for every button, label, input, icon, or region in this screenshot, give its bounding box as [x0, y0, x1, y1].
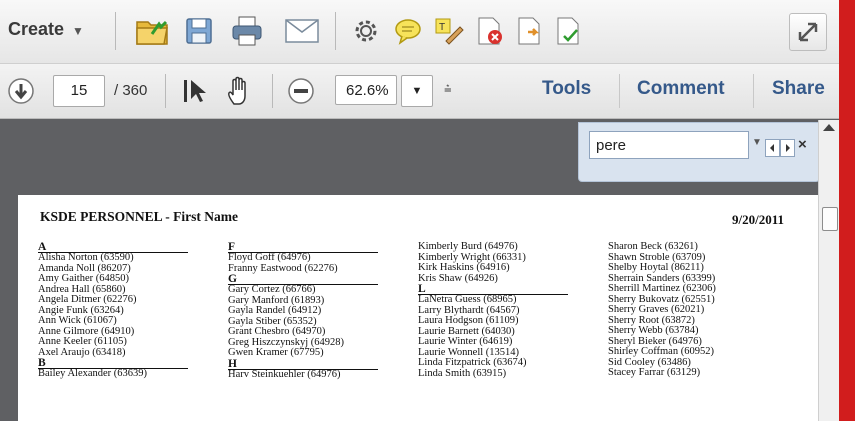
person-entry: Amy Gaither (64850)	[38, 273, 129, 284]
highlight-pen-icon[interactable]: T	[432, 15, 466, 47]
expand-icon	[798, 22, 818, 42]
hand-tool-icon[interactable]	[224, 75, 256, 107]
person-entry: Sherrill Martinez (62306)	[608, 283, 716, 294]
person-entry: Shirley Coffman (60952)	[608, 346, 714, 357]
scrollbar-thumb[interactable]	[822, 207, 838, 231]
document-date: 9/20/2011	[732, 212, 785, 227]
person-entry: Alisha Norton (63590)	[38, 252, 134, 263]
person-entry: Laurie Winter (64619)	[418, 336, 513, 347]
person-entry: Grant Chesbro (64970)	[228, 326, 326, 337]
arrow-down-circle-icon	[8, 78, 34, 104]
scroll-up-arrow-icon[interactable]	[823, 124, 835, 131]
person-entry: Kimberly Burd (64976)	[418, 241, 518, 252]
pdf-signed-icon[interactable]	[552, 14, 586, 48]
page-number-input[interactable]: 15	[53, 75, 105, 107]
page-total: / 360	[114, 82, 148, 99]
main-toolbar: Create ▼ T	[0, 0, 839, 64]
close-icon[interactable]: ×	[798, 136, 807, 153]
zoom-level-input[interactable]: 62.6%	[335, 75, 397, 105]
person-entry: Sherry Webb (63784)	[608, 325, 699, 336]
navigation-toolbar: 15 / 360 62.6% ▼ ⩮ Tools Comment Share	[0, 64, 839, 119]
comment-bubble-icon[interactable]	[392, 15, 424, 47]
person-entry: Laura Hodgson (61109)	[418, 315, 519, 326]
person-entry: Bailey Alexander (63639)	[38, 368, 148, 379]
person-entry: Floyd Goff (64976)	[228, 252, 311, 263]
toolbar-divider	[335, 12, 336, 50]
person-entry: Angela Ditmer (62276)	[38, 294, 137, 305]
create-button[interactable]: Create ▼	[8, 19, 84, 40]
person-entry: Ann Wick (61067)	[38, 315, 117, 326]
chevron-left-icon	[770, 144, 774, 152]
person-entry: Linda Smith (63915)	[418, 367, 507, 379]
chevron-down-icon: ▼	[72, 24, 84, 38]
person-entry: LaNetra Guess (68965)	[418, 294, 517, 305]
toolbar-divider	[619, 74, 620, 108]
save-icon[interactable]	[182, 14, 216, 48]
tools-button[interactable]: Tools	[542, 78, 591, 100]
print-icon[interactable]	[228, 14, 266, 48]
comment-button[interactable]: Comment	[637, 78, 725, 100]
next-page-button[interactable]	[6, 76, 36, 106]
toolbar-divider	[753, 74, 754, 108]
person-entry: Gayla Randel (64912)	[228, 305, 322, 316]
person-entry: Axel Araujo (63418)	[38, 346, 126, 358]
chevron-right-icon	[786, 144, 790, 152]
person-entry: Stacey Farrar (63129)	[608, 367, 701, 378]
chevron-down-icon: ▼	[411, 85, 423, 97]
name-column: Sharon Beck (63261) Shawn Stroble (63709)…	[608, 241, 778, 379]
svg-text:T: T	[439, 22, 445, 33]
section-letter-heading: H	[228, 358, 378, 370]
person-entry: Shelby Hoytal (86211)	[608, 262, 704, 273]
person-entry: Sharon Beck (63261)	[608, 241, 698, 252]
create-label: Create	[8, 19, 65, 39]
document-page: KSDE PERSONNEL - First Name 9/20/2011 AA…	[18, 195, 818, 421]
name-column: A Alisha Norton (63590) Amanda Noll (86207…	[38, 241, 208, 380]
find-next-button[interactable]	[780, 139, 795, 157]
vertical-scrollbar[interactable]	[818, 120, 840, 421]
page-title: KSDE PERSONNEL - First Name	[40, 209, 239, 224]
open-folder-icon[interactable]	[134, 13, 172, 49]
share-button[interactable]: Share	[772, 78, 825, 100]
side-panel-strip	[839, 0, 855, 421]
find-previous-button[interactable]	[765, 139, 780, 157]
find-input[interactable]: pere	[589, 131, 749, 159]
person-entry: Kirk Haskins (64916)	[418, 262, 510, 273]
person-entry: Franny Eastwood (62276)	[228, 262, 338, 274]
person-entry: Anne Keeler (61105)	[38, 336, 127, 347]
toolbar-options-icon[interactable]: ⩮	[444, 81, 452, 97]
person-entry: Sherry Graves (62021)	[608, 304, 705, 315]
pdf-delete-icon[interactable]	[473, 14, 507, 48]
toolbar-divider	[165, 74, 166, 108]
name-column: F Floyd Goff (64976) Franny Eastwood (6227…	[228, 241, 398, 380]
find-options-dropdown[interactable]: ▼	[752, 137, 762, 148]
person-entry: Harv Steinkuehler (64976)	[228, 368, 341, 380]
pdf-export-icon[interactable]	[513, 14, 547, 48]
person-entry: Linda Fitzpatrick (63674)	[418, 357, 527, 368]
toolbar-divider	[272, 74, 273, 108]
email-icon[interactable]	[283, 16, 321, 46]
minus-circle-icon	[288, 78, 314, 104]
expand-button[interactable]	[789, 13, 827, 51]
toolbar-divider	[115, 12, 116, 50]
find-bar: pere ▼ ×	[578, 122, 820, 182]
select-tool-icon[interactable]	[180, 75, 210, 107]
gear-icon[interactable]	[350, 15, 382, 47]
person-entry: Gwen Kramer (67795)	[228, 347, 324, 358]
zoom-dropdown-button[interactable]: ▼	[401, 75, 433, 107]
person-entry: Gary Cortez (66766)	[228, 284, 316, 295]
name-column: Kimberly Burd (64976) Kimberly Wright (66…	[418, 241, 588, 379]
person-entry: Kris Shaw (64926)	[418, 272, 498, 284]
zoom-out-button[interactable]	[285, 75, 317, 107]
